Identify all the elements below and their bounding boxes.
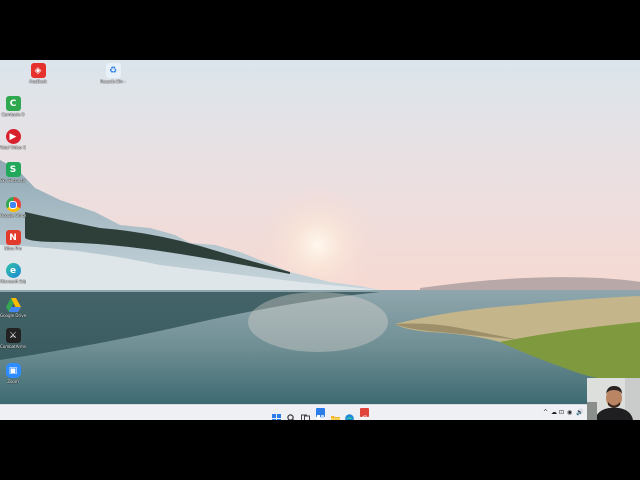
desktop-icon-video-converter[interactable]: ▶ Total Video Conv... bbox=[0, 129, 26, 150]
tray-overflow-icon[interactable]: ^ bbox=[543, 409, 548, 416]
anydesk-icon: ◈ bbox=[30, 63, 46, 78]
video-converter-icon: ▶ bbox=[5, 129, 21, 144]
network-icon[interactable]: ⊡ bbox=[559, 409, 564, 416]
widgets-icon[interactable] bbox=[316, 408, 325, 420]
desktop-icon-nitro-pro[interactable]: N Nitro Pro bbox=[0, 230, 26, 251]
record-icon[interactable]: ◉ bbox=[567, 409, 572, 416]
webcam-overlay bbox=[587, 378, 640, 420]
file-explorer-icon[interactable] bbox=[331, 408, 340, 420]
search-icon[interactable] bbox=[287, 408, 296, 420]
nitro-pro-icon: N bbox=[5, 230, 21, 245]
svg-text:C: C bbox=[362, 415, 368, 421]
sky-extractor-icon: S bbox=[5, 162, 21, 177]
desktop-screen: ◈ AnyDesk ♻ Recycle Bin - Shortcut C Cam… bbox=[0, 60, 640, 420]
chrome-icon bbox=[5, 197, 21, 212]
desktop-icon-camtasia[interactable]: C Camtasia 9 bbox=[0, 96, 26, 117]
combat-arms-icon: ⚔ bbox=[5, 328, 21, 343]
taskbar: C ^ ☁ ⊡ ◉ 🔊 bbox=[0, 404, 640, 420]
recycle-bin-icon: ♻ bbox=[105, 63, 121, 78]
desktop-icon-combat-arms[interactable]: ⚔ CombatArms bbox=[0, 328, 26, 349]
edge-icon[interactable] bbox=[345, 408, 354, 420]
desktop-icon-anydesk[interactable]: ◈ AnyDesk bbox=[25, 63, 51, 84]
desktop-icon-edge[interactable]: e Microsoft Edge bbox=[0, 263, 26, 284]
google-drive-icon bbox=[5, 297, 21, 312]
wallpaper bbox=[0, 60, 640, 404]
webcam-person-image bbox=[587, 378, 640, 420]
zoom-icon: ▣ bbox=[5, 363, 21, 378]
desktop-icon-recycle-bin[interactable]: ♻ Recycle Bin - Shortcut bbox=[100, 63, 126, 84]
onedrive-icon[interactable]: ☁ bbox=[551, 409, 557, 416]
desktop-icon-sky-extractor[interactable]: S Sky Extractor 2021 bbox=[0, 162, 26, 183]
desktop-icon-google-drive[interactable]: Google Drive bbox=[0, 297, 26, 318]
camtasia-icon[interactable]: C bbox=[360, 408, 369, 420]
start-icon[interactable] bbox=[272, 408, 281, 420]
desktop-icon-chrome[interactable]: Google Chrome bbox=[0, 197, 26, 218]
desktop-icon-zoom[interactable]: ▣ Zoom bbox=[0, 363, 26, 384]
task-view-icon[interactable] bbox=[301, 408, 310, 420]
camtasia-icon: C bbox=[5, 96, 21, 111]
edge-icon: e bbox=[5, 263, 21, 278]
volume-icon[interactable]: 🔊 bbox=[576, 409, 583, 416]
